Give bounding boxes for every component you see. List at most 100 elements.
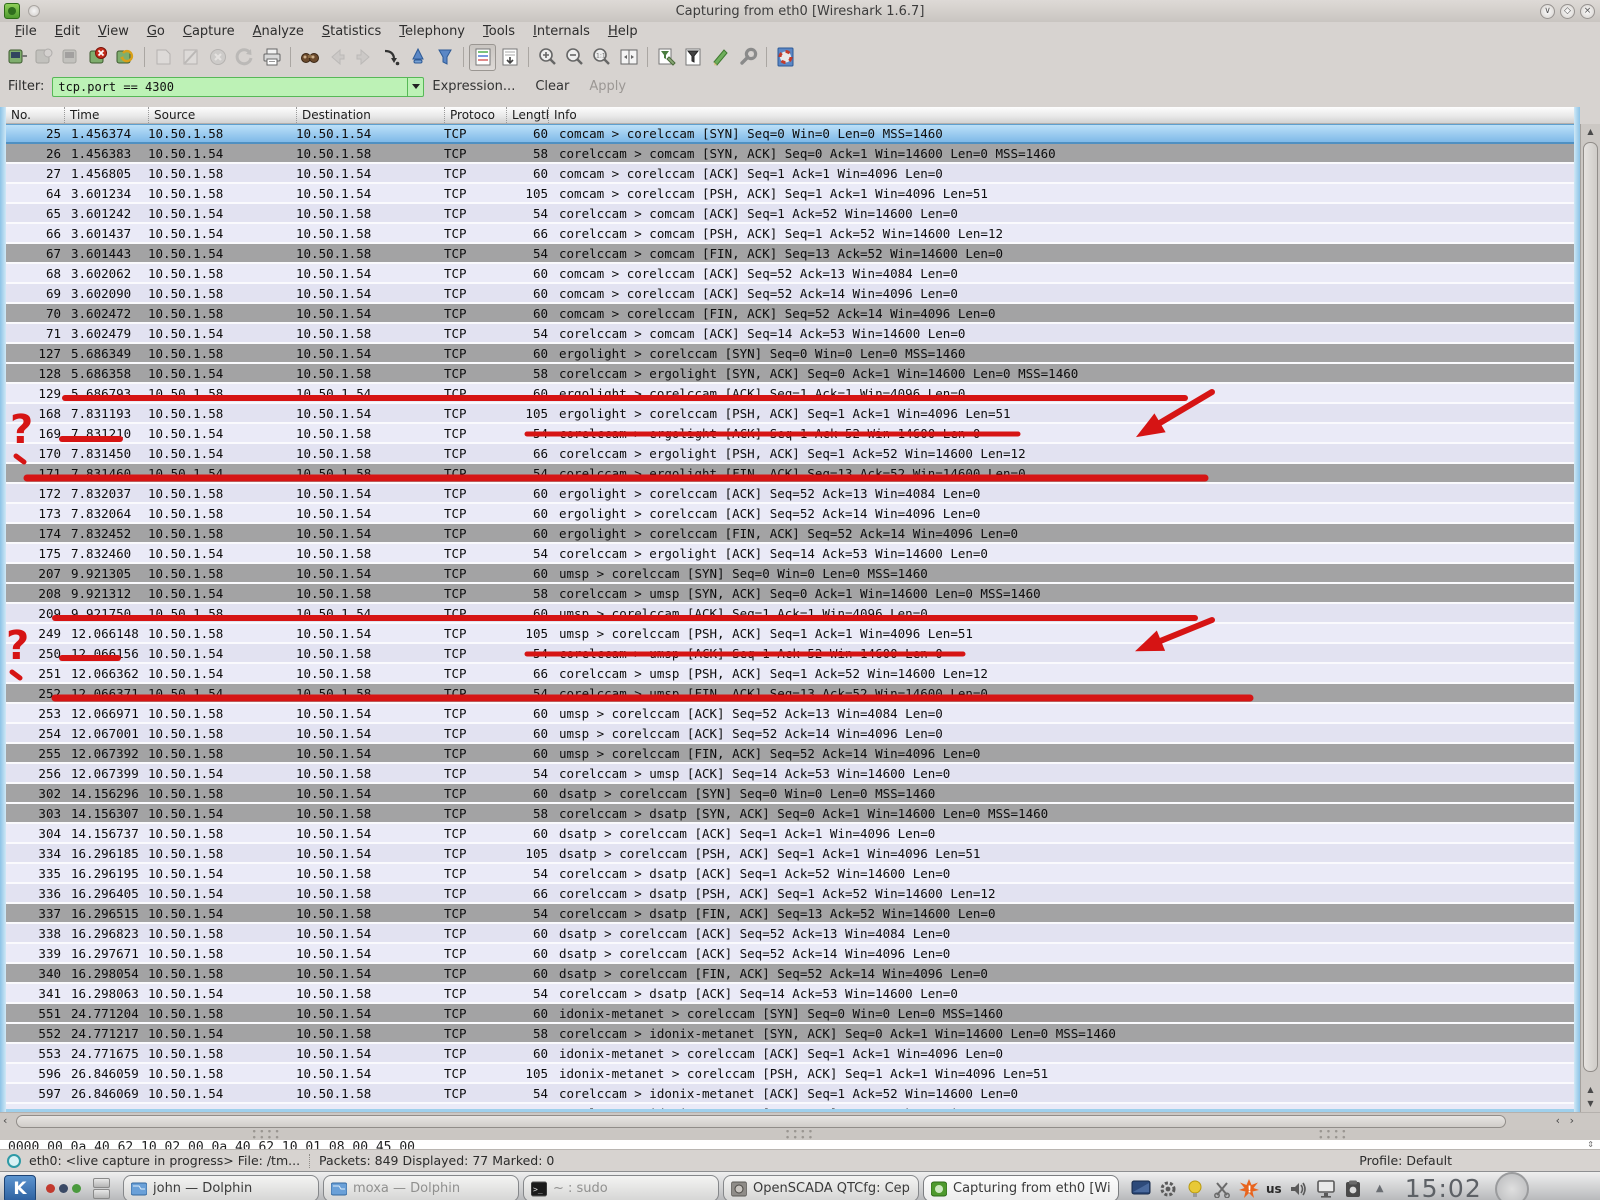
task-button-john-dolphin[interactable]: john — Dolphin xyxy=(123,1175,319,1200)
pane-resize-icon[interactable]: ⇕ xyxy=(1587,1140,1594,1149)
window-titlebar[interactable]: Capturing from eth0 [Wireshark 1.6.7] ∨ … xyxy=(0,0,1600,22)
packet-row-551[interactable]: 55124.77120410.50.1.5810.50.1.54TCP60ido… xyxy=(6,1004,1574,1024)
help-icon[interactable] xyxy=(772,44,799,71)
packet-row-596[interactable]: 59626.84605910.50.1.5810.50.1.54TCP105id… xyxy=(6,1064,1574,1084)
column-header-source[interactable]: Source xyxy=(148,107,296,123)
alert-icon[interactable]: ! xyxy=(1239,1179,1259,1199)
list-interfaces-icon[interactable] xyxy=(4,44,31,71)
clear-button[interactable]: Clear xyxy=(535,79,569,94)
packet-row-304[interactable]: 30414.15673710.50.1.5810.50.1.54TCP60dsa… xyxy=(6,824,1574,844)
go-to-first-icon[interactable] xyxy=(404,44,431,71)
vertical-scrollbar[interactable]: ▲ ▲ ▼ xyxy=(1580,124,1600,1112)
packet-row-597[interactable]: 59726.84606910.50.1.5410.50.1.58TCP54cor… xyxy=(6,1084,1574,1104)
vertical-scrollbar-thumb[interactable] xyxy=(1583,142,1598,1072)
packet-row-250[interactable]: 25012.06615610.50.1.5410.50.1.58TCP54cor… xyxy=(6,644,1574,664)
pager-dot-red[interactable] xyxy=(46,1184,55,1193)
klipper-icon[interactable] xyxy=(1343,1179,1363,1199)
reload-icon[interactable] xyxy=(231,44,258,71)
packet-row-255[interactable]: 25512.06739210.50.1.5810.50.1.54TCP60ums… xyxy=(6,744,1574,764)
profile-text[interactable]: Profile: Default xyxy=(1359,1153,1452,1168)
packet-list[interactable]: 251.45637410.50.1.5810.50.1.54TCP60comca… xyxy=(6,124,1574,1109)
packet-row-303[interactable]: 30314.15630710.50.1.5410.50.1.58TCP58cor… xyxy=(6,804,1574,824)
packet-row-598[interactable]: 59826.84620410.50.1.5410.50.1.58TCP66cor… xyxy=(6,1104,1574,1109)
column-header-time[interactable]: Time xyxy=(64,107,148,123)
pane-splitter[interactable]: ∙∙∙∙∙∙∙∙ ∙∙∙∙∙∙∙∙ ∙∙∙∙∙∙∙∙ xyxy=(0,1130,1600,1140)
bulb-icon[interactable] xyxy=(1185,1179,1205,1199)
scroll-up2-icon[interactable]: ▲ xyxy=(1583,1083,1598,1097)
packet-row-129[interactable]: 1295.68679310.50.1.5810.50.1.54TCP60ergo… xyxy=(6,384,1574,404)
packet-row-71[interactable]: 713.60247910.50.1.5410.50.1.58TCP54corel… xyxy=(6,324,1574,344)
volume-icon[interactable] xyxy=(1289,1179,1309,1199)
packet-row-552[interactable]: 55224.77121710.50.1.5410.50.1.58TCP58cor… xyxy=(6,1024,1574,1044)
panel-expand-icon[interactable]: ▲ xyxy=(1370,1179,1390,1199)
packet-row-70[interactable]: 703.60247210.50.1.5810.50.1.54TCP60comca… xyxy=(6,304,1574,324)
gear-icon[interactable] xyxy=(1158,1179,1178,1199)
task-button-openscada-qtcfg[interactable]: OpenSCADA QTCfg: Сервер центр xyxy=(723,1175,919,1200)
save-as-icon[interactable] xyxy=(177,44,204,71)
column-header-info[interactable]: Info xyxy=(548,107,1574,123)
expert-info-icon[interactable] xyxy=(7,1154,21,1168)
packet-row-128[interactable]: 1285.68635810.50.1.5410.50.1.58TCP58core… xyxy=(6,364,1574,384)
resize-columns-icon[interactable] xyxy=(615,44,642,71)
auto-scroll-toggle-icon[interactable] xyxy=(496,44,523,71)
packet-row-26[interactable]: 261.45638310.50.1.5410.50.1.58TCP58corel… xyxy=(6,144,1574,164)
print-icon[interactable] xyxy=(258,44,285,71)
column-header-row[interactable]: No.TimeSourceDestinationProtocoLengthInf… xyxy=(6,107,1574,124)
filter-dropdown-icon[interactable] xyxy=(407,78,423,96)
packet-row-175[interactable]: 1757.83246010.50.1.5410.50.1.58TCP54core… xyxy=(6,544,1574,564)
packet-row-209[interactable]: 2099.92175010.50.1.5810.50.1.54TCP60umsp… xyxy=(6,604,1574,624)
packet-row-173[interactable]: 1737.83206410.50.1.5810.50.1.54TCP60ergo… xyxy=(6,504,1574,524)
pager-dot-blue[interactable] xyxy=(59,1184,68,1193)
close-file-icon[interactable] xyxy=(204,44,231,71)
display-filter-icon[interactable] xyxy=(680,44,707,71)
capture-stop-icon[interactable] xyxy=(85,44,112,71)
packet-row-553[interactable]: 55324.77167510.50.1.5810.50.1.54TCP60ido… xyxy=(6,1044,1574,1064)
scroll-left-icon[interactable]: ‹ xyxy=(3,1114,7,1127)
column-header-destination[interactable]: Destination xyxy=(296,107,444,123)
capture-options-icon[interactable] xyxy=(31,44,58,71)
packet-row-253[interactable]: 25312.06697110.50.1.5810.50.1.54TCP60ums… xyxy=(6,704,1574,724)
expression-button[interactable]: Expression... xyxy=(432,79,515,94)
packet-row-208[interactable]: 2089.92131210.50.1.5410.50.1.58TCP58core… xyxy=(6,584,1574,604)
capture-restart-icon[interactable] xyxy=(112,44,139,71)
menu-analyze[interactable]: Analyze xyxy=(244,23,313,40)
packet-row-174[interactable]: 1747.83245210.50.1.5810.50.1.54TCP60ergo… xyxy=(6,524,1574,544)
packet-row-127[interactable]: 1275.68634910.50.1.5810.50.1.54TCP60ergo… xyxy=(6,344,1574,364)
menu-view[interactable]: View xyxy=(89,23,138,40)
scroll-up-icon[interactable]: ▲ xyxy=(1583,125,1598,139)
hex-dump-pane-clipped[interactable]: 0000 00 0a 40 62 10 02 00 0a 40 62 10 01… xyxy=(0,1140,1600,1149)
packet-row-27[interactable]: 271.45680510.50.1.5810.50.1.54TCP60comca… xyxy=(6,164,1574,184)
packet-row-66[interactable]: 663.60143710.50.1.5410.50.1.58TCP66corel… xyxy=(6,224,1574,244)
task-button-capturing-from-eth0-wireshark-1[interactable]: Capturing from eth0 [Wireshark 1 xyxy=(923,1175,1119,1200)
column-header-length[interactable]: Length xyxy=(506,107,548,123)
packet-row-339[interactable]: 33916.29767110.50.1.5810.50.1.54TCP60dsa… xyxy=(6,944,1574,964)
packet-row-171[interactable]: 1717.83146010.50.1.5410.50.1.58TCP54core… xyxy=(6,464,1574,484)
packet-row-67[interactable]: 673.60144310.50.1.5410.50.1.58TCP54corel… xyxy=(6,244,1574,264)
filter-input[interactable]: tcp.port == 4300 xyxy=(53,80,407,94)
coloring-rules-icon[interactable] xyxy=(707,44,734,71)
kde-menu-button[interactable]: K xyxy=(4,1175,36,1200)
menu-internals[interactable]: Internals xyxy=(524,23,599,40)
clock[interactable]: 15:02 xyxy=(1405,1174,1482,1200)
task-button-moxa-dolphin[interactable]: moxa — Dolphin xyxy=(323,1175,519,1200)
menu-telephony[interactable]: Telephony xyxy=(390,23,474,40)
open-file-icon[interactable] xyxy=(150,44,177,71)
menu-help[interactable]: Help xyxy=(599,23,647,40)
packet-row-335[interactable]: 33516.29619510.50.1.5410.50.1.58TCP54cor… xyxy=(6,864,1574,884)
column-header-no[interactable]: No. xyxy=(6,107,64,123)
packet-row-251[interactable]: 25112.06636210.50.1.5410.50.1.58TCP66cor… xyxy=(6,664,1574,684)
show-desktop-icon[interactable] xyxy=(91,1177,113,1200)
column-header-protoco[interactable]: Protoco xyxy=(444,107,506,123)
pager-widget[interactable] xyxy=(46,1184,81,1193)
capture-start-icon[interactable] xyxy=(58,44,85,71)
menu-capture[interactable]: Capture xyxy=(174,23,244,40)
horizontal-scrollbar[interactable]: ‹ ‹ › xyxy=(0,1112,1600,1130)
horizontal-scrollbar-thumb[interactable] xyxy=(16,1115,1506,1128)
packet-row-252[interactable]: 25212.06637110.50.1.5410.50.1.58TCP54cor… xyxy=(6,684,1574,704)
packet-row-172[interactable]: 1727.83203710.50.1.5810.50.1.54TCP60ergo… xyxy=(6,484,1574,504)
filter-combobox[interactable]: tcp.port == 4300 xyxy=(52,77,424,97)
packet-row-249[interactable]: 24912.06614810.50.1.5810.50.1.54TCP105um… xyxy=(6,624,1574,644)
packet-row-207[interactable]: 2079.92130510.50.1.5810.50.1.54TCP60umsp… xyxy=(6,564,1574,584)
packet-row-256[interactable]: 25612.06739910.50.1.5410.50.1.58TCP54cor… xyxy=(6,764,1574,784)
scroll-left2-icon[interactable]: ‹ xyxy=(1556,1114,1560,1127)
